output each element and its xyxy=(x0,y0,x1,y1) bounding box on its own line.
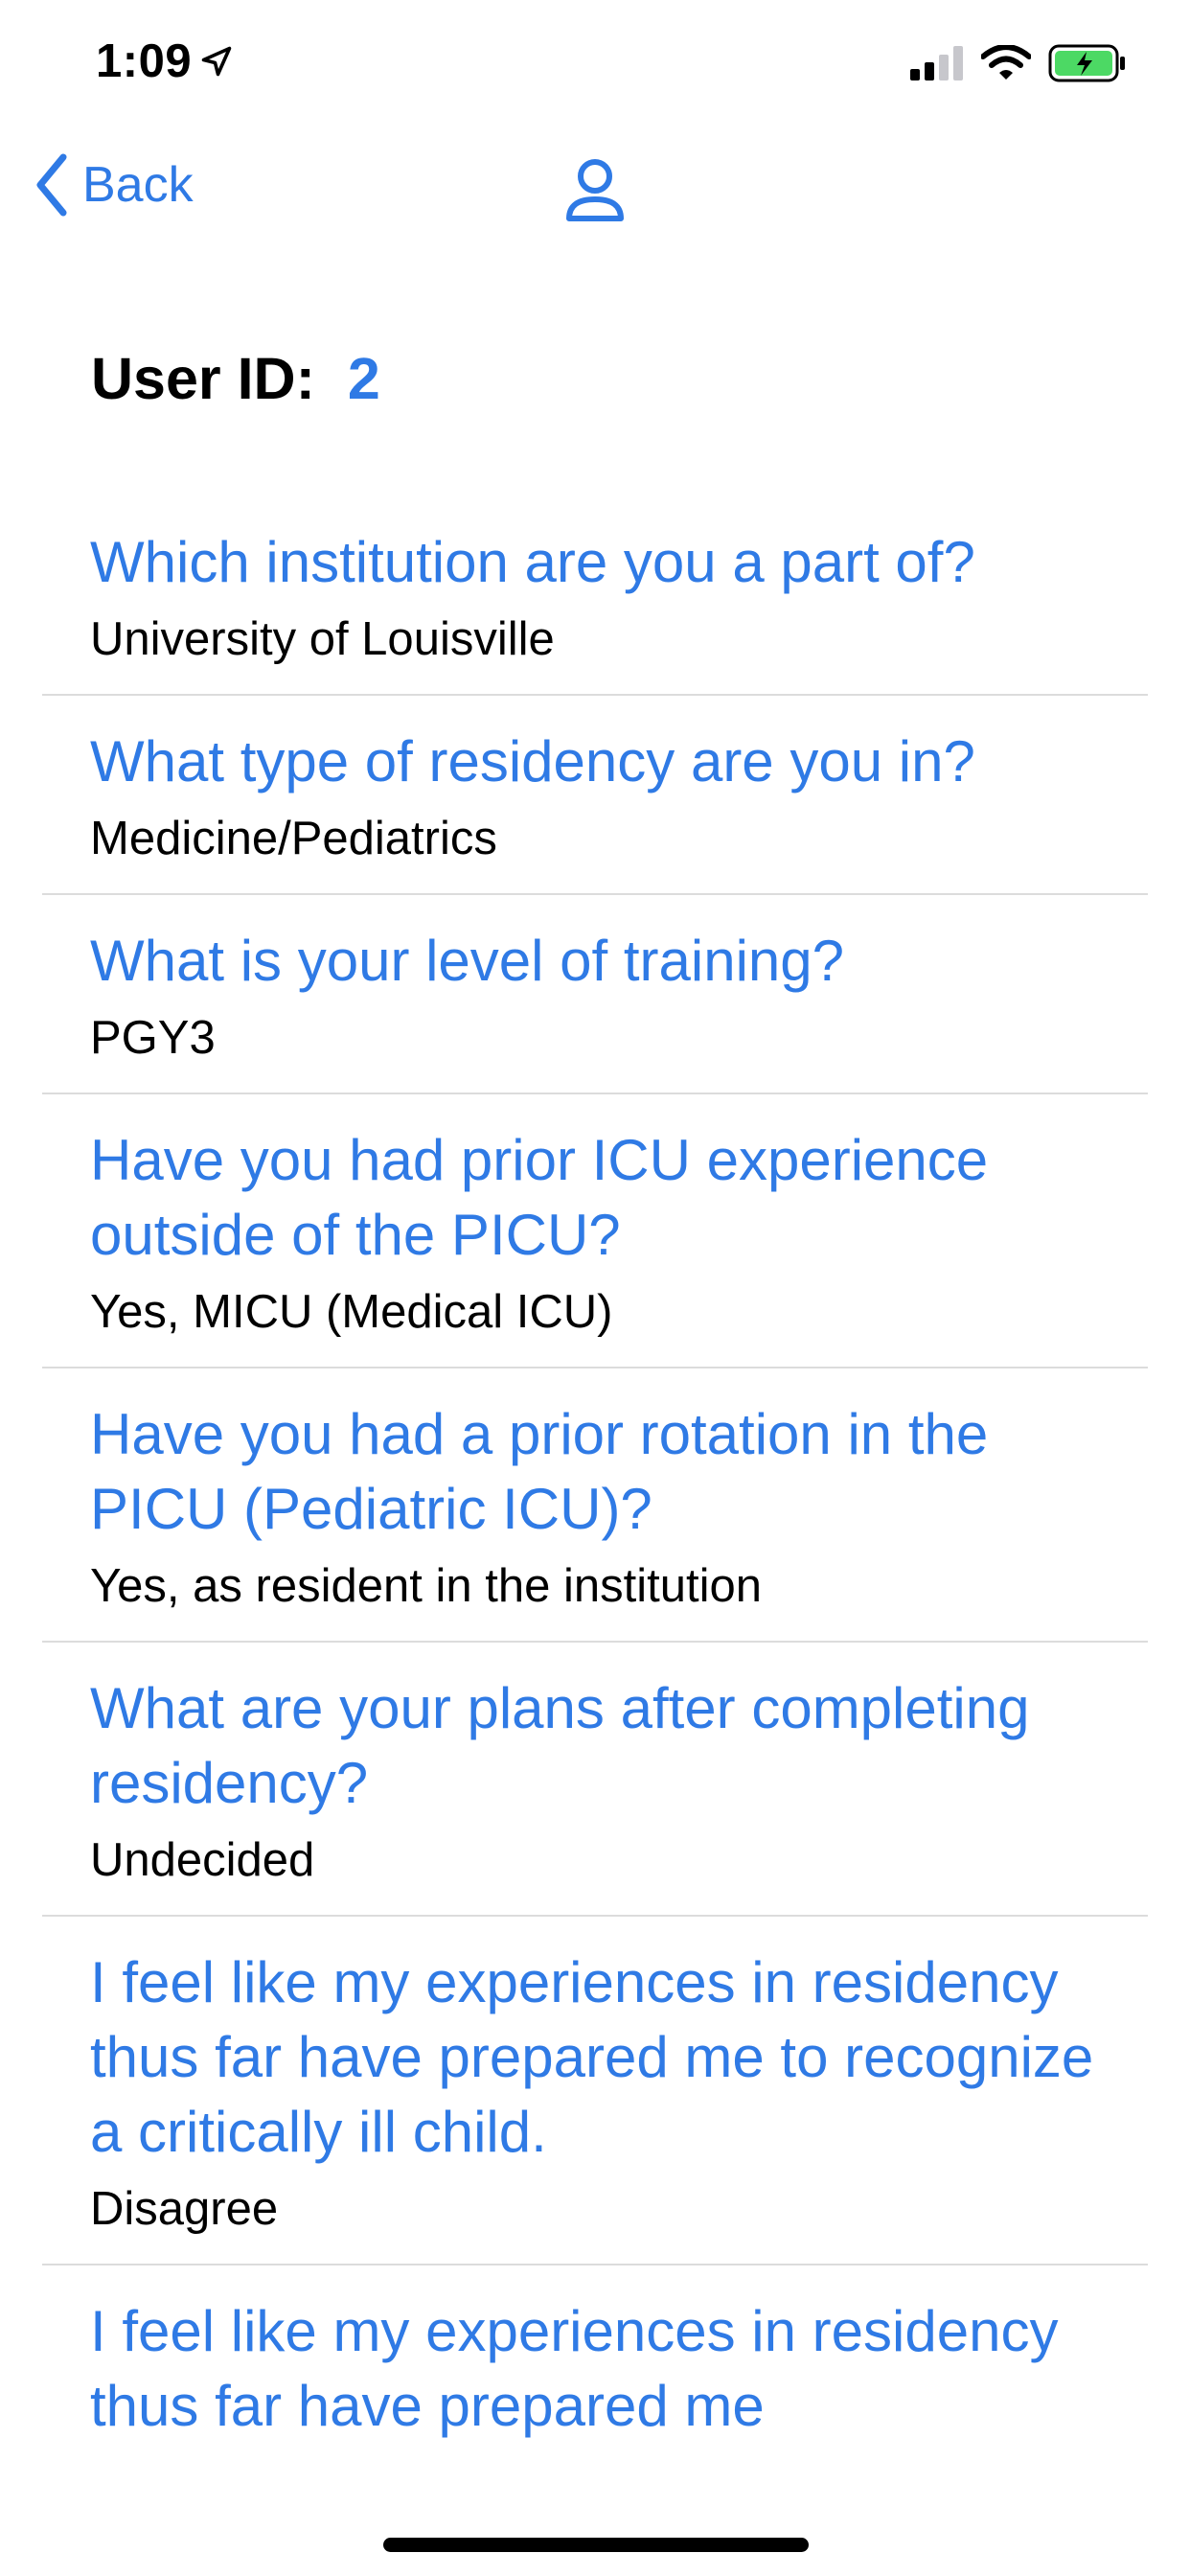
user-id-row: User ID: 2 xyxy=(91,345,380,412)
answer-text: Yes, MICU (Medical ICU) xyxy=(90,1286,613,1338)
question-text: Have you had prior ICU experience outsid… xyxy=(90,1128,989,1267)
list-item[interactable]: What is your level of training? PGY3 xyxy=(42,895,1148,1094)
home-indicator[interactable] xyxy=(383,2538,809,2552)
signal-bars-icon xyxy=(910,46,963,80)
back-button[interactable]: Back xyxy=(34,153,194,217)
status-icons xyxy=(910,44,1127,82)
answer-text: University of Louisville xyxy=(90,613,555,665)
status-bar: 1:09 xyxy=(0,0,1190,129)
question-text: What type of residency are you in? xyxy=(90,729,975,794)
list-item[interactable]: I feel like my experiences in residency … xyxy=(42,1917,1148,2266)
chevron-left-icon xyxy=(36,153,67,217)
user-id-value: 2 xyxy=(347,346,380,411)
battery-charging-icon xyxy=(1048,44,1125,82)
question-text: I feel like my experiences in residency … xyxy=(90,2299,1059,2438)
answer-text: Disagree xyxy=(90,2183,279,2235)
answer-text: PGY3 xyxy=(90,1012,216,1064)
status-time: 1:09 xyxy=(96,34,234,88)
question-list[interactable]: Which institution are you a part of? Uni… xyxy=(42,496,1148,2469)
question-text: Which institution are you a part of? xyxy=(90,530,975,594)
question-text: I feel like my experiences in residency … xyxy=(90,1950,1094,2164)
answer-text: Yes, as resident in the institution xyxy=(90,1560,762,1612)
location-arrow-icon xyxy=(201,46,232,77)
question-text: Have you had a prior rotation in the PIC… xyxy=(90,1402,989,1541)
list-item[interactable]: I feel like my experiences in residency … xyxy=(42,2266,1148,2469)
question-text: What are your plans after completing res… xyxy=(90,1676,1030,1815)
navigation-bar: Back xyxy=(0,134,1190,249)
list-item[interactable]: Have you had a prior rotation in the PIC… xyxy=(42,1368,1148,1643)
user-id-label: User ID: xyxy=(91,346,315,411)
question-text: What is your level of training? xyxy=(90,929,845,993)
answer-text: Undecided xyxy=(90,1834,315,1886)
wifi-icon xyxy=(981,45,1031,80)
back-button-label: Back xyxy=(82,157,194,213)
list-item[interactable]: What type of residency are you in? Medic… xyxy=(42,696,1148,895)
list-item[interactable]: What are your plans after completing res… xyxy=(42,1643,1148,1917)
status-time-text: 1:09 xyxy=(96,35,193,87)
person-icon[interactable] xyxy=(563,157,627,224)
list-item[interactable]: Which institution are you a part of? Uni… xyxy=(42,496,1148,696)
list-item[interactable]: Have you had prior ICU experience outsid… xyxy=(42,1094,1148,1368)
answer-text: Medicine/Pediatrics xyxy=(90,813,497,864)
